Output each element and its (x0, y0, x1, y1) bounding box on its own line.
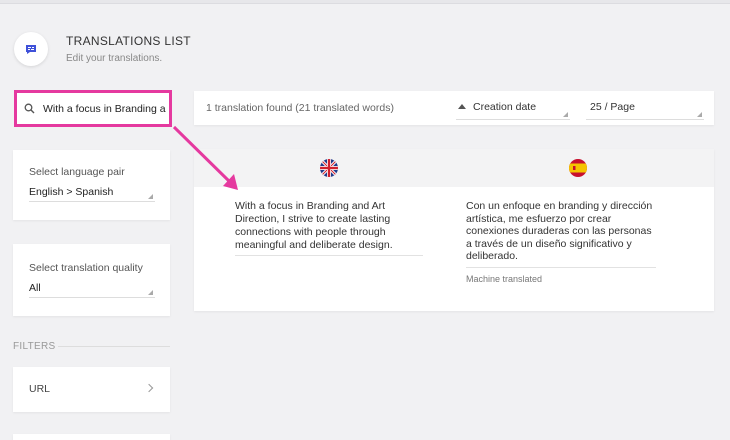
chevron-right-icon (144, 383, 154, 393)
translation-quality-label: Select translation quality (29, 262, 143, 274)
sort-value: Creation date (473, 101, 537, 113)
dropdown-corner-icon (563, 112, 568, 117)
target-text[interactable]: Con un enfoque en branding y dirección a… (466, 200, 656, 263)
filters-divider (58, 346, 170, 347)
source-text-underline (235, 255, 423, 256)
translation-icon (14, 32, 48, 66)
sort-select[interactable]: Creation date (456, 100, 570, 120)
target-text-underline (466, 267, 656, 268)
filters-heading: FILTERS (13, 341, 56, 352)
page-subtitle: Edit your translations. (66, 53, 163, 64)
next-filter-card[interactable] (13, 434, 170, 440)
sort-ascending-icon (458, 104, 466, 109)
language-pair-card: Select language pair English > Spanish (13, 150, 170, 220)
dropdown-corner-icon (148, 194, 153, 199)
page-title: TRANSLATIONS LIST (66, 34, 191, 48)
translation-quality-card: Select translation quality All (13, 244, 170, 316)
per-page-value: 25 / Page (590, 101, 635, 113)
language-pair-label: Select language pair (29, 166, 125, 178)
source-text[interactable]: With a focus in Branding and Art Directi… (235, 200, 423, 252)
dropdown-corner-icon (697, 112, 702, 117)
spain-flag-icon (569, 159, 587, 177)
translation-quality-select[interactable]: All (29, 282, 155, 298)
search-icon (24, 103, 35, 114)
translation-quality-value: All (29, 282, 41, 294)
url-filter-label: URL (29, 383, 51, 395)
translation-panel: With a focus in Branding and Art Directi… (194, 149, 714, 311)
language-pair-value: English > Spanish (29, 186, 114, 198)
uk-flag-icon (320, 159, 338, 177)
search-value: With a focus in Branding a (43, 102, 166, 115)
results-count: 1 translation found (21 translated words… (206, 102, 394, 114)
search-input[interactable]: With a focus in Branding a (14, 90, 172, 127)
top-bar (0, 0, 730, 4)
dropdown-corner-icon (148, 290, 153, 295)
language-pair-select[interactable]: English > Spanish (29, 186, 155, 202)
url-filter[interactable]: URL (13, 367, 170, 412)
translation-header (194, 149, 714, 187)
machine-translated-note: Machine translated (466, 274, 543, 284)
per-page-select[interactable]: 25 / Page (586, 100, 704, 120)
results-bar: 1 translation found (21 translated words… (194, 91, 714, 125)
